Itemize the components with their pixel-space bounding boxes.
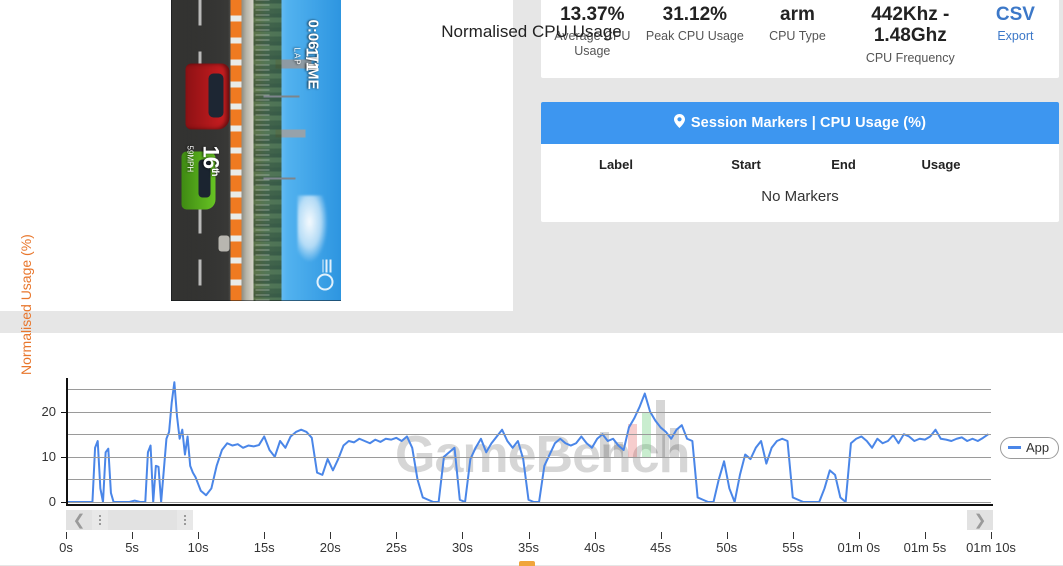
x-tick-label: 01m 0s (837, 540, 881, 555)
x-tick-mark (924, 532, 926, 539)
x-tick-mark (330, 532, 332, 539)
scrollbar-right-handle[interactable] (177, 510, 193, 530)
column-label: Label (599, 157, 633, 172)
chart-title: Normalised CPU Usage (441, 22, 622, 41)
gamebench-cpu-session-page: 0:06 TIME 1/1 LAP 16th 59MPH 13.37% Aver… (0, 0, 1063, 566)
gridline (66, 389, 991, 391)
x-tick-label: 55s (782, 540, 804, 555)
x-tick-mark (528, 532, 530, 539)
x-tick-mark (594, 532, 596, 539)
chart-x-axis (66, 504, 993, 506)
stat-label: CPU Frequency (865, 50, 955, 65)
y-tick-label: 20 (41, 403, 56, 419)
x-tick-label: 35s (518, 540, 539, 555)
x-tick-mark (396, 532, 398, 539)
x-tick-label: 20s (319, 540, 341, 555)
x-tick-label: 0s (59, 540, 73, 555)
hud-position: 16th (198, 146, 224, 176)
hud-circle-icon (316, 273, 334, 291)
track-fence (255, 0, 270, 301)
gridline (66, 434, 991, 436)
chart-y-axis-label: Normalised Usage (%) (18, 234, 34, 375)
x-tick-label: 15s (253, 540, 275, 555)
legend-swatch-app (1008, 446, 1021, 449)
cpu-usage-line-chart (66, 380, 991, 502)
car-window (208, 73, 224, 118)
scroll-left-arrow-icon[interactable]: ❮ (66, 510, 92, 530)
x-tick-mark (264, 532, 266, 539)
gridline (66, 479, 991, 481)
chart-series-app (66, 382, 988, 502)
hud-lap-total: /1 (302, 56, 322, 72)
top-row: 0:06 TIME 1/1 LAP 16th 59MPH 13.37% Aver… (0, 0, 1063, 311)
x-tick-label: 40s (584, 540, 606, 555)
hud-speed: 59MPH (183, 146, 201, 173)
y-tick-mark (61, 502, 67, 503)
x-tick-label: 30s (451, 540, 473, 555)
column-usage: Usage (921, 157, 961, 172)
session-markers-header: Session Markers | CPU Usage (%) (541, 102, 1059, 144)
hud-menu-icon (322, 259, 332, 273)
hud-position-value: 16 (198, 145, 224, 168)
markers-table-header: Label Start End Usage (541, 144, 1059, 176)
x-tick-label: 50s (716, 540, 738, 555)
track-kerb (230, 0, 242, 301)
chart-horizontal-scrollbar[interactable]: ❮ ❯ (66, 510, 993, 530)
x-tick-mark (858, 532, 860, 539)
x-tick-label: 5s (125, 540, 139, 555)
x-tick-mark (462, 532, 464, 539)
column-end: End (831, 157, 856, 172)
track-barrier (241, 0, 254, 301)
x-tick-mark (66, 532, 67, 539)
hud-position-suffix: th (208, 167, 220, 176)
scrollbar-left-handle[interactable] (92, 510, 108, 530)
markers-empty-message: No Markers (761, 188, 839, 205)
gridline (66, 456, 991, 458)
y-tick-mark (61, 456, 67, 458)
column-start: Start (731, 157, 761, 172)
chart-y-axis (66, 378, 68, 504)
y-tick-label: 10 (41, 448, 56, 464)
x-tick-mark (132, 532, 134, 539)
cloud-shape (297, 195, 328, 262)
x-tick-mark (726, 532, 728, 539)
page-bottom-accent (519, 561, 535, 566)
screenshot-panel: 0:06 TIME 1/1 LAP 16th 59MPH (0, 0, 513, 311)
x-tick-label: 45s (650, 540, 672, 555)
legend-label-app: App (1026, 440, 1050, 455)
red-race-car (185, 63, 230, 130)
map-pin-icon (673, 114, 685, 132)
hud-speed-value: 59 (185, 145, 195, 155)
x-tick-mark (660, 532, 662, 539)
hud-lap-label: LAP (292, 47, 302, 66)
chart-x-ticks: 0s 5s 10s 15s 20s 25s 30s 35s 40s 45s 50s 55s 01m 0s… (0, 532, 1063, 562)
x-tick-label: 10s (187, 540, 209, 555)
x-tick-label: 25s (385, 540, 407, 555)
hud-speed-unit: MPH (185, 154, 195, 173)
y-tick-label: 0 (48, 494, 56, 509)
x-tick-label: 01m 5s (903, 540, 947, 555)
x-tick-label: 01m 10s (966, 540, 1016, 555)
gridline (66, 502, 991, 503)
x-tick-mark (198, 532, 200, 539)
gridline (66, 411, 991, 413)
x-tick-mark (792, 532, 794, 539)
session-screenshot-thumbnail[interactable]: 0:06 TIME 1/1 LAP 16th 59MPH (171, 0, 341, 301)
game-screenshot-image: 0:06 TIME 1/1 LAP 16th 59MPH (171, 0, 341, 301)
hud-lap: 1/1 LAP (293, 48, 322, 72)
scroll-right-arrow-icon[interactable]: ❯ (967, 510, 993, 530)
y-tick-mark (61, 411, 67, 413)
x-tick-mark (991, 532, 992, 539)
session-markers-title: Session Markers | CPU Usage (%) (690, 115, 927, 131)
chart-legend[interactable]: App (1000, 437, 1060, 459)
distant-car (218, 235, 230, 252)
session-markers-panel: Session Markers | CPU Usage (%) Label St… (541, 102, 1059, 222)
